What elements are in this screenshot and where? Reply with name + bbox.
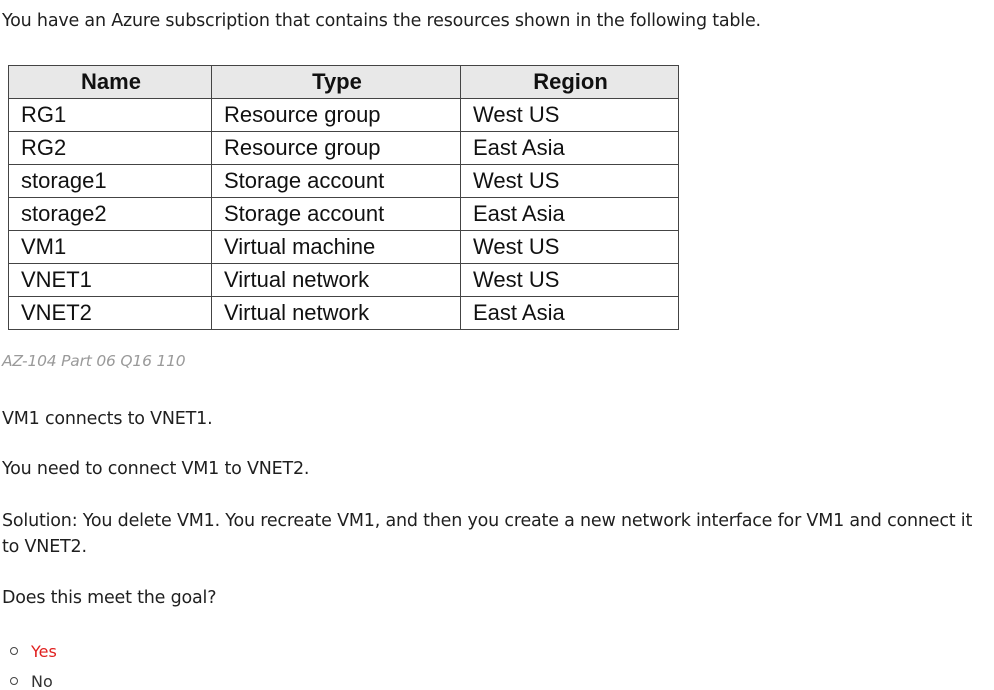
radio-circle-icon[interactable] [10, 647, 18, 655]
table-row: RG2 Resource group East Asia [8, 131, 679, 165]
cell-name: RG2 [8, 131, 212, 165]
cell-region: West US [460, 98, 679, 132]
table-row: storage2 Storage account East Asia [8, 197, 679, 231]
cell-region: West US [460, 230, 679, 264]
cell-region: East Asia [460, 197, 679, 231]
cell-region: West US [460, 164, 679, 198]
cell-type: Resource group [211, 131, 461, 165]
radio-circle-icon[interactable] [10, 677, 18, 685]
header-region: Region [460, 65, 679, 99]
header-name: Name [8, 65, 212, 99]
table-row: VNET2 Virtual network East Asia [8, 296, 679, 330]
question-text: Does this meet the goal? [2, 588, 217, 608]
option-label: Yes [31, 641, 57, 661]
option-label: No [31, 671, 53, 690]
option-no[interactable]: No [10, 666, 57, 690]
table-row: VNET1 Virtual network West US [8, 263, 679, 297]
table-row: storage1 Storage account West US [8, 164, 679, 198]
header-type: Type [211, 65, 461, 99]
cell-type: Storage account [211, 164, 461, 198]
table-header-row: Name Type Region [8, 65, 679, 99]
answer-options: Yes No [10, 636, 57, 690]
cell-type: Virtual machine [211, 230, 461, 264]
intro-text: You have an Azure subscription that cont… [2, 11, 761, 31]
cell-name: VNET1 [8, 263, 212, 297]
table-row: VM1 Virtual machine West US [8, 230, 679, 264]
cell-type: Virtual network [211, 263, 461, 297]
cell-region: East Asia [460, 296, 679, 330]
cell-name: RG1 [8, 98, 212, 132]
table-row: RG1 Resource group West US [8, 98, 679, 132]
cell-type: Resource group [211, 98, 461, 132]
paragraph-vm1-connection: VM1 connects to VNET1. [2, 409, 213, 429]
cell-name: VNET2 [8, 296, 212, 330]
cell-name: VM1 [8, 230, 212, 264]
cell-type: Storage account [211, 197, 461, 231]
cell-name: storage2 [8, 197, 212, 231]
cell-region: West US [460, 263, 679, 297]
resources-table: Name Type Region RG1 Resource group West… [8, 65, 679, 330]
cell-type: Virtual network [211, 296, 461, 330]
option-yes[interactable]: Yes [10, 636, 57, 666]
cell-region: East Asia [460, 131, 679, 165]
paragraph-requirement: You need to connect VM1 to VNET2. [2, 459, 310, 479]
cell-name: storage1 [8, 164, 212, 198]
image-caption: AZ-104 Part 06 Q16 110 [2, 352, 186, 370]
paragraph-solution: Solution: You delete VM1. You recreate V… [2, 511, 973, 557]
